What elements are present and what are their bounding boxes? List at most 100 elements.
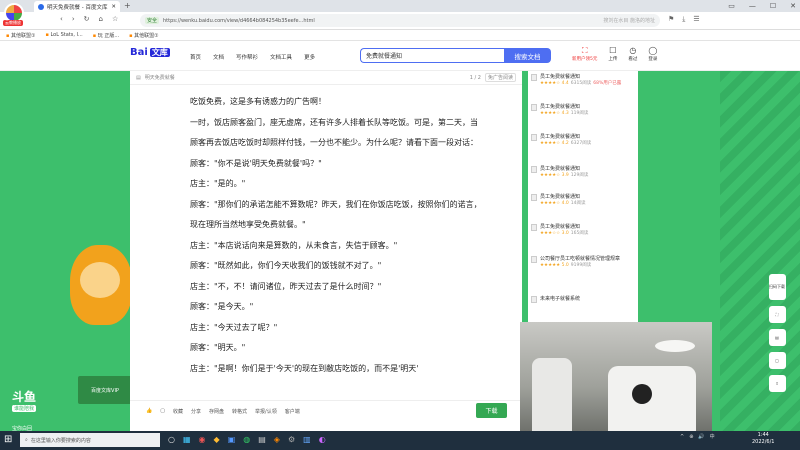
rec-stars: ★★★★☆ 4.0 [540, 201, 569, 206]
taskbar-app-icon[interactable]: ▦ [183, 434, 191, 446]
login-button[interactable]: ◯ 登录 [648, 46, 657, 62]
rec-stars: ★★★★☆ 4.4 [540, 81, 569, 86]
nav-item-docs[interactable]: 文档 [213, 53, 224, 61]
bookmark-item[interactable]: 其他联盟① [6, 32, 35, 39]
bookmark-star-icon[interactable]: ☆ [112, 15, 118, 23]
upload-label: 上传 [608, 57, 618, 62]
nav-item-tools[interactable]: 文档工具 [270, 53, 292, 61]
cart-icon[interactable]: ⛶ [768, 306, 786, 323]
list-item[interactable]: 员工免费就餐通知 ★★★★☆ 3.9 129阅读 [528, 163, 638, 191]
task-view-icon[interactable]: ○ [168, 434, 175, 446]
vip-banner[interactable]: 百度文库VIP [78, 376, 132, 404]
address-hint: 搜刘在水目 施洛的地址 [603, 18, 655, 24]
comment-icon[interactable]: ▢ [160, 408, 165, 414]
back-icon[interactable]: ‹ [60, 15, 63, 23]
history-label: 看过 [628, 57, 638, 62]
maximize-icon[interactable]: ☐ [770, 0, 776, 12]
address-bar[interactable]: 安全 https://wenku.baidu.com/view/d4664b08… [140, 14, 660, 27]
close-tab-icon[interactable]: ✕ [111, 4, 116, 10]
taskbar-app-icon[interactable]: ▣ [228, 434, 236, 446]
nav-item-home[interactable]: 首页 [190, 53, 201, 61]
extension-icon[interactable]: ⚑ [668, 15, 674, 24]
report-button[interactable]: 举报/认领 [255, 408, 277, 415]
taskbar-app-icon[interactable]: ◉ [199, 434, 206, 446]
forward-icon[interactable]: › [72, 15, 75, 23]
webcam-ceiling-light [655, 340, 695, 352]
bookmark-item[interactable]: 玩 正版... [93, 32, 119, 39]
bookmark-item[interactable]: 其他联盟① [129, 32, 158, 39]
start-icon[interactable]: ⊞ [4, 434, 12, 446]
upload-icon: ☐ [609, 46, 617, 55]
like-icon[interactable]: 👍 [146, 408, 152, 414]
save-cloud-button[interactable]: 存网盘 [209, 408, 224, 415]
taskbar-app-icon[interactable]: ⚙ [288, 434, 295, 446]
list-item[interactable]: 公司餐厅员工吃顿就餐情况管理规章 ★★★★★ 5.0 9199阅读 [528, 253, 638, 281]
rec-title: 员工免费就餐通知 [540, 104, 581, 110]
network-icon[interactable]: ⊕ [689, 434, 693, 440]
list-item[interactable]: 员工免费就餐通知 ★★★★☆ 4.2 6327阅读 [528, 131, 638, 159]
search-button[interactable]: 搜索文档 [504, 48, 551, 63]
rec-title: 员工免费就餐通知 [540, 166, 581, 172]
reload-icon[interactable]: ↻ [84, 15, 90, 23]
rec-meta: 6327阅读 [570, 141, 592, 146]
taskbar-app-icon[interactable]: ▤ [258, 434, 266, 446]
rec-stars: ★★★★★ 5.0 [540, 263, 569, 268]
paragraph: 店主："本店说话向来是算数的，从未食言，失信于顾客。" [190, 240, 398, 250]
list-item[interactable]: 未来电子就餐系统 [528, 293, 638, 321]
ime-indicator[interactable]: 中 [710, 433, 715, 440]
scan-download-button[interactable]: 扫码下载 [768, 274, 786, 300]
restore-icon[interactable]: ▭ [728, 0, 735, 12]
taskbar-app-icon[interactable]: ◆ [214, 434, 220, 446]
site-nav: 首页 文档 写作帮衫 文档工具 更多 [190, 53, 315, 61]
list-icon[interactable]: ▤ [768, 329, 786, 346]
new-user-button[interactable]: ⛶ 新用户领5元 [572, 46, 597, 62]
list-item[interactable]: 员工免费就餐通知 ★★★★☆ 4.4 6315阅读 68%用户已露 [528, 71, 638, 99]
rec-meta: 9199阅读 [570, 263, 592, 268]
back-to-top-icon[interactable]: ⇧ [768, 375, 786, 392]
nav-item-writing[interactable]: 写作帮衫 [236, 53, 258, 61]
taskbar-apps: ○ ▦ ◉ ◆ ▣ ◍ ▤ ◈ ⚙ ▥ ◐ [168, 434, 326, 446]
baidu-wenku-logo[interactable]: Bai 文库 [130, 47, 170, 58]
home-icon[interactable]: ⌂ [99, 15, 103, 23]
taskbar-app-icon[interactable]: ◍ [243, 434, 250, 446]
menu-icon[interactable]: ☰ [693, 15, 699, 24]
browser-tab[interactable]: 明天免费就餐 - 百度文库 ✕ [34, 1, 120, 12]
volume-icon[interactable]: 🔊 [698, 434, 704, 440]
history-button[interactable]: ◷ 看过 [628, 46, 637, 62]
ad-free-button[interactable]: 免广告阅读 [484, 73, 516, 82]
list-item[interactable]: 员工免费就餐通知 ★★★★☆ 4.0 14阅读 [528, 191, 638, 219]
search-input[interactable]: 免费就餐通知 [360, 48, 505, 63]
douyu-room-label: 谁能陪我 [12, 405, 37, 412]
download-button[interactable]: 下载 [476, 403, 507, 418]
list-item[interactable]: 员工免费就餐通知 ★★★★☆ 4.3 119阅读 [528, 101, 638, 129]
close-window-icon[interactable]: ✕ [790, 0, 796, 12]
taskbar-clock[interactable]: 1:44 2022/6/1 [752, 432, 774, 446]
paragraph: 顾客："你不是说'明天免费就餐'吗？" [190, 158, 322, 168]
taskbar-app-icon[interactable]: ◐ [319, 434, 326, 446]
nav-item-more[interactable]: 更多 [304, 53, 315, 61]
client-button[interactable]: 客户端 [285, 408, 300, 415]
favorite-button[interactable]: 收藏 [173, 408, 183, 415]
doc-icon [531, 74, 537, 81]
paragraph: 吃饭免费，这是多有诱惑力的广告啊！ [190, 97, 326, 106]
minimize-icon[interactable]: — [749, 0, 756, 12]
webcam-chair-right [608, 366, 696, 432]
convert-format-button[interactable]: 转格式 [232, 408, 247, 415]
download-icon[interactable]: ⤓ [682, 15, 685, 24]
feedback-icon[interactable]: ▢ [768, 352, 786, 369]
user-icon: ◯ [648, 46, 658, 55]
list-item[interactable]: 员工免费就餐通知 ★★★☆☆ 3.0 165阅读 [528, 221, 638, 249]
bookmark-item[interactable]: LoL Stats, I... [45, 32, 82, 38]
share-button[interactable]: 分享 [191, 408, 201, 415]
rec-stars: ★★★★☆ 4.2 [540, 141, 569, 146]
tray-chevron-icon[interactable]: ^ [680, 434, 684, 440]
upload-button[interactable]: ☐ 上传 [608, 46, 617, 62]
webcam-chair-left [532, 358, 572, 432]
rec-extra: 68%用户已露 [593, 81, 622, 86]
taskbar-search-input[interactable]: ⌕ 在这里输入你要搜索的内容 [20, 433, 160, 447]
taskbar-app-icon[interactable]: ◈ [274, 434, 280, 446]
lion-mascot-face [80, 262, 120, 298]
new-tab-button[interactable]: + [124, 2, 131, 10]
doc-icon [531, 134, 537, 141]
taskbar-app-icon[interactable]: ▥ [303, 434, 311, 446]
